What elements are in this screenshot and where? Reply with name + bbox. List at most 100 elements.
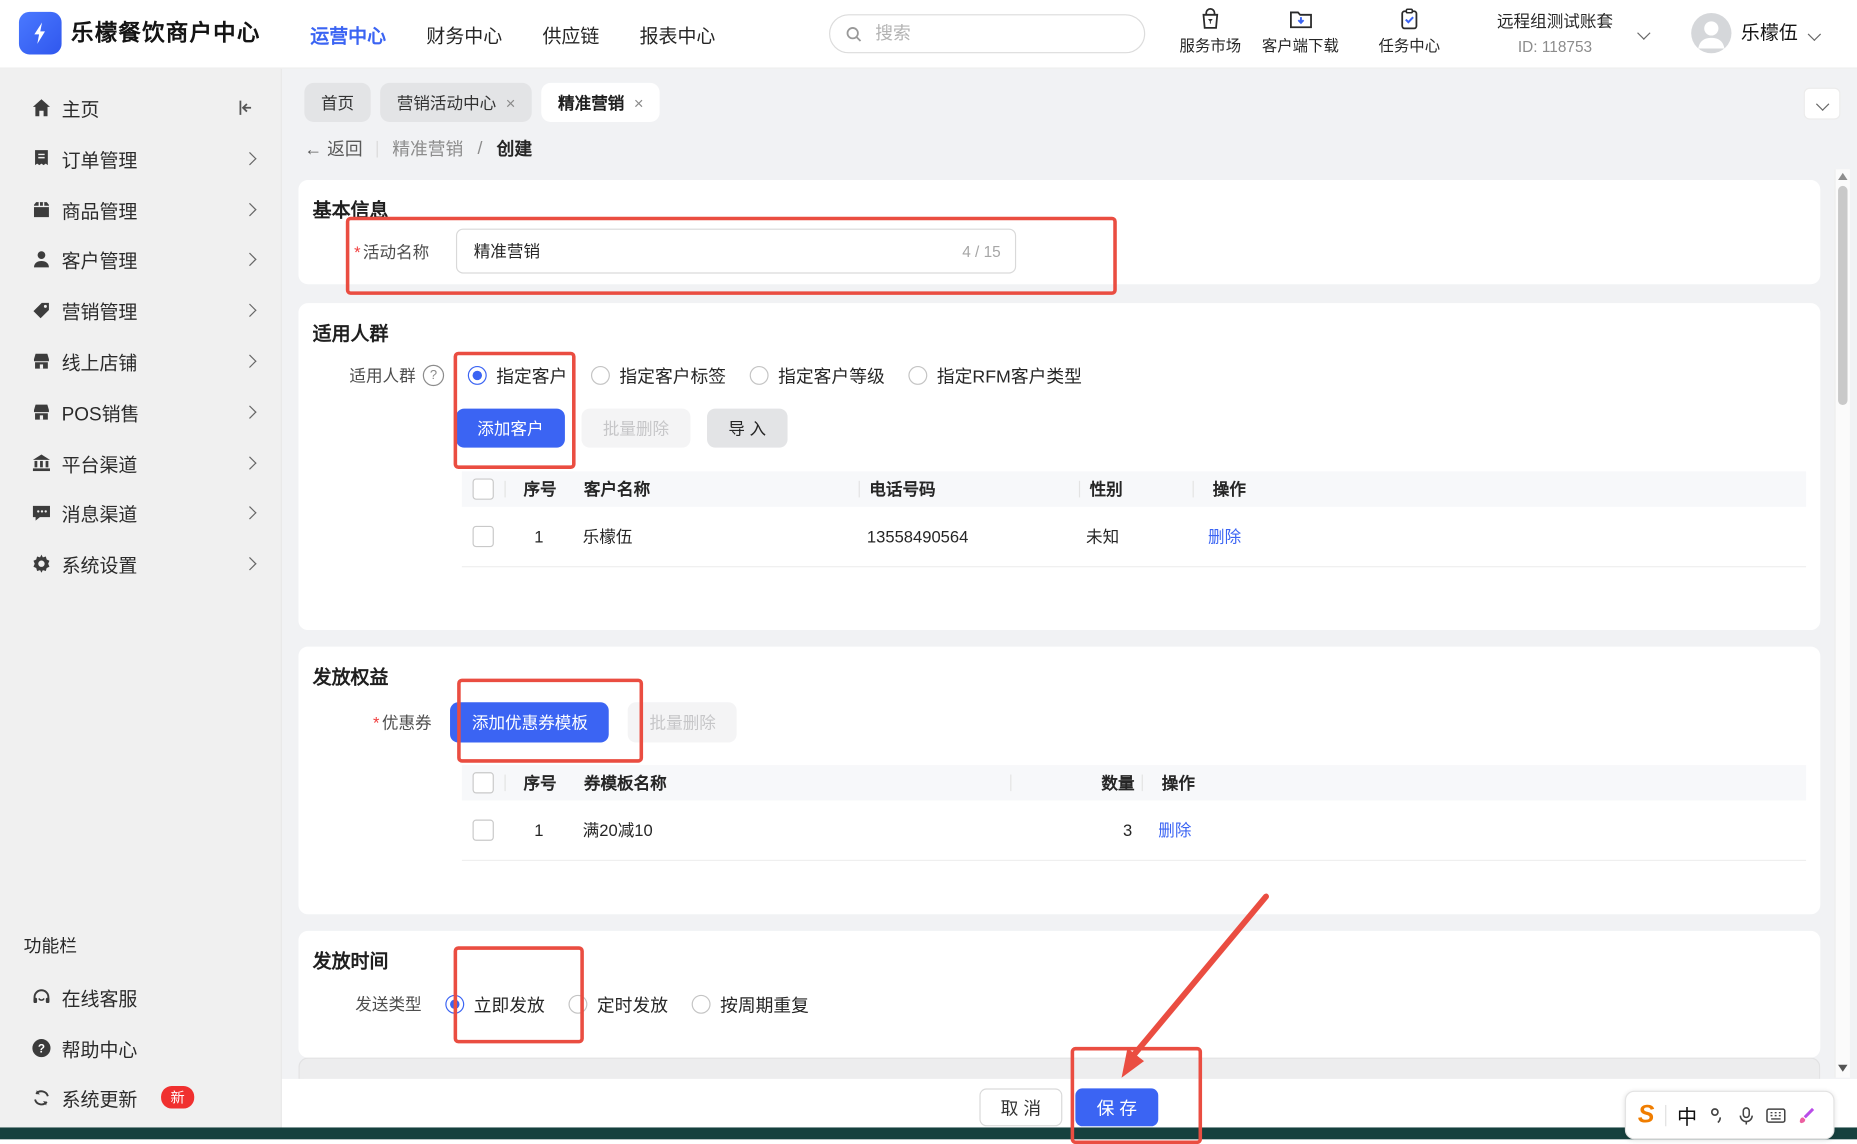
store-icon	[33, 353, 49, 369]
chevron-right-icon	[243, 404, 257, 419]
search-input[interactable]	[872, 22, 1115, 46]
sidebar-footer-title: 功能栏	[23, 936, 77, 957]
ime-engine-icon[interactable]: S	[1638, 1101, 1655, 1129]
home-icon	[32, 98, 50, 116]
microphone-icon[interactable]	[1737, 1106, 1755, 1125]
customer-table-row: 1 乐檬伍 13558490564 未知 删除	[461, 506, 1807, 568]
chevron-right-icon	[243, 556, 257, 570]
scroll-down-icon[interactable]	[1838, 1064, 1848, 1072]
sidebar-item-home[interactable]: 主页	[0, 82, 281, 133]
sidebar-item-help-center[interactable]: ? 帮助中心	[0, 1022, 281, 1073]
select-all-checkbox[interactable]	[472, 772, 494, 794]
tab-precision-marketing[interactable]: 精准营销 ×	[541, 82, 661, 122]
sidebar-item-online-support[interactable]: 在线客服	[0, 971, 281, 1022]
tool-client-download[interactable]: 客户端下载	[1253, 7, 1348, 56]
activity-name-input[interactable]	[471, 240, 963, 262]
import-button[interactable]: 导 入	[707, 408, 788, 448]
nav-supply-chain[interactable]: 供应链	[542, 20, 599, 48]
delete-row-link[interactable]: 删除	[1139, 818, 1806, 842]
nav-finance[interactable]: 财务中心	[426, 20, 502, 48]
row-checkbox[interactable]	[472, 525, 494, 548]
sidebar-item-pos-sales[interactable]: POS销售	[0, 386, 281, 437]
nav-operations[interactable]: 运营中心	[310, 20, 386, 48]
radio-send-recurring[interactable]: 按周期重复	[691, 992, 809, 1017]
cancel-button[interactable]: 取 消	[979, 1088, 1063, 1127]
close-icon[interactable]: ×	[506, 93, 516, 112]
field-label-coupon: * 优惠券	[373, 712, 432, 732]
delete-row-link[interactable]: 删除	[1189, 525, 1806, 549]
collapse-sidebar-icon[interactable]	[236, 98, 255, 117]
section-audience: 适用人群 适用人群 ? 指定客户 指定客户标签 指定客户等级 指定RFM客户类型…	[298, 303, 1821, 631]
nav-reports[interactable]: 报表中心	[640, 20, 716, 48]
add-customer-button[interactable]: 添加客户	[455, 408, 565, 448]
radio-dot	[568, 994, 588, 1014]
radio-customer-level[interactable]: 指定客户等级	[749, 363, 885, 388]
keyboard-icon[interactable]	[1766, 1107, 1786, 1124]
radio-customer-tag[interactable]: 指定客户标签	[590, 363, 726, 388]
field-label-send-type: 发送类型	[355, 994, 422, 1014]
radio-send-scheduled[interactable]: 定时发放	[568, 992, 668, 1017]
close-icon[interactable]: ×	[634, 93, 644, 112]
radio-send-immediately[interactable]: 立即发放	[445, 992, 545, 1017]
section-title: 发放权益	[312, 667, 389, 689]
bank-icon	[32, 453, 50, 471]
top-header: 乐檬餐饮商户中心 运营中心 财务中心 供应链 报表中心 服务市场 客户端下载 任…	[0, 0, 1857, 69]
back-button[interactable]: ← 返回	[304, 136, 362, 161]
folder-download-icon	[1289, 11, 1312, 29]
radio-rfm-type[interactable]: 指定RFM客户类型	[908, 363, 1082, 388]
radio-specified-customer[interactable]: 指定客户	[467, 363, 567, 388]
gear-icon	[33, 554, 50, 573]
divider	[1665, 1104, 1667, 1126]
breadcrumb-divider: /	[477, 138, 483, 159]
sidebar-item-products[interactable]: 商品管理	[0, 184, 281, 235]
chevron-right-icon	[243, 202, 257, 216]
vertical-scrollbar[interactable]	[1834, 169, 1850, 1078]
chevron-down-icon	[1807, 27, 1822, 42]
user-name[interactable]: 乐檬伍	[1741, 0, 1798, 68]
ime-language-toggle[interactable]: 中	[1677, 1100, 1697, 1130]
breadcrumb: ← 返回 精准营销 / 创建	[304, 136, 532, 161]
sidebar-item-online-store[interactable]: 线上店铺	[0, 335, 281, 386]
top-nav: 运营中心 财务中心 供应链 报表中心	[310, 0, 715, 68]
field-label-activity-name: * 活动名称	[354, 242, 430, 262]
help-icon[interactable]: ?	[422, 364, 445, 387]
chevron-right-icon	[243, 302, 257, 317]
tab-marketing-center[interactable]: 营销活动中心 ×	[380, 82, 532, 122]
pos-store-icon	[33, 404, 49, 420]
tool-task-center[interactable]: 任务中心	[1362, 7, 1457, 56]
add-coupon-template-button[interactable]: 添加优惠券模板	[450, 702, 610, 743]
chevron-down-icon	[1637, 26, 1651, 40]
customer-table-header: 序号 客户名称 电话号码 性别 操作	[461, 471, 1807, 507]
save-button[interactable]: 保 存	[1075, 1088, 1159, 1127]
select-all-checkbox[interactable]	[472, 478, 494, 500]
global-search[interactable]	[829, 14, 1146, 54]
coupon-table-header: 序号 券模板名称 数量 操作	[461, 765, 1807, 801]
radio-dot-selected	[445, 994, 465, 1014]
skin-brush-icon[interactable]	[1797, 1106, 1816, 1125]
ime-tone-icon[interactable]	[1708, 1106, 1727, 1125]
chevron-right-icon	[243, 505, 257, 519]
sidebar-item-system-update[interactable]: 系统更新 新	[0, 1072, 281, 1123]
sidebar: 主页 订单管理 商品管理 客户管理 营销管理 线上店铺 POS销售 平台渠道 消…	[0, 67, 282, 1128]
radio-dot-selected	[467, 365, 487, 385]
account-switcher[interactable]: 远程组测试账套 ID: 118753	[1478, 9, 1632, 56]
tool-service-market[interactable]: 服务市场	[1163, 7, 1258, 56]
ime-toolbar[interactable]: S 中	[1624, 1090, 1835, 1140]
tab-overflow-button[interactable]	[1803, 87, 1841, 120]
chevron-right-icon	[243, 252, 257, 266]
radio-dot	[908, 365, 928, 385]
sidebar-item-customers[interactable]: 客户管理	[0, 233, 281, 284]
chevron-right-icon	[243, 353, 257, 368]
scrollbar-thumb[interactable]	[1838, 185, 1848, 406]
sidebar-item-settings[interactable]: 系统设置	[0, 538, 281, 589]
sidebar-item-platform-channels[interactable]: 平台渠道	[0, 437, 281, 488]
sidebar-item-orders[interactable]: 订单管理	[0, 133, 281, 184]
breadcrumb-current: 创建	[496, 139, 533, 160]
back-arrow-icon: ←	[304, 139, 323, 160]
scroll-up-icon[interactable]	[1838, 172, 1848, 181]
avatar[interactable]	[1691, 13, 1732, 54]
sidebar-item-message-channels[interactable]: 消息渠道	[0, 487, 281, 538]
tab-home[interactable]: 首页	[304, 82, 371, 122]
sidebar-item-marketing[interactable]: 营销管理	[0, 284, 281, 335]
row-checkbox[interactable]	[472, 819, 494, 841]
